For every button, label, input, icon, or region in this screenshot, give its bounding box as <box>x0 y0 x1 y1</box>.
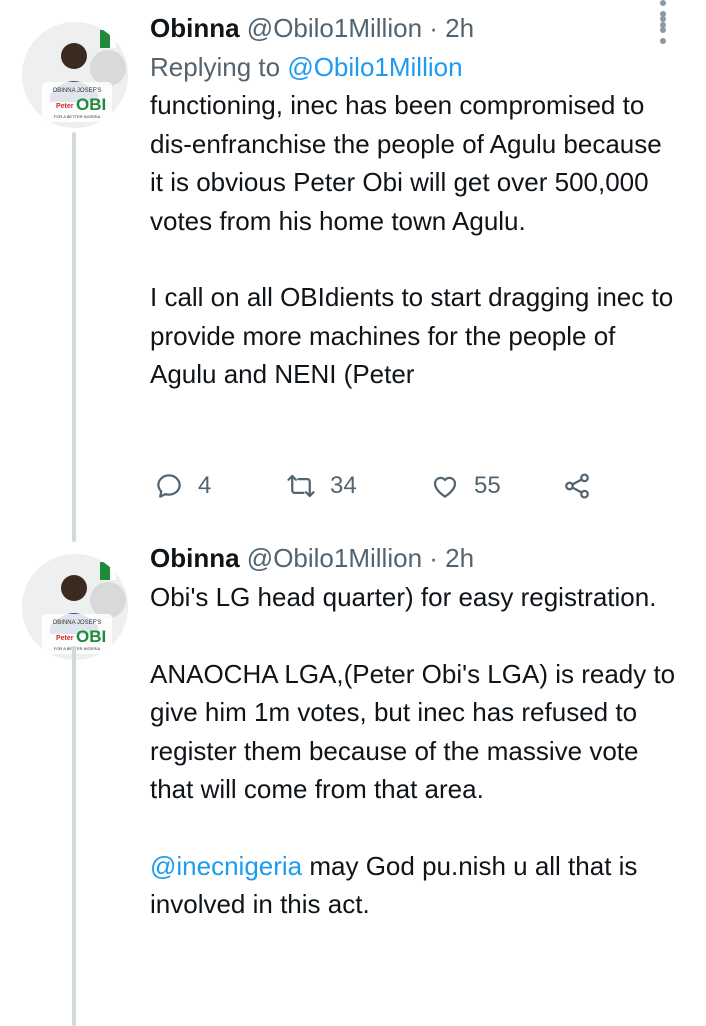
avatar-tagline: FOR A BETTER NIGERIA <box>54 646 101 651</box>
mention-link[interactable]: @inecnigeria <box>150 851 302 881</box>
tweet-time[interactable]: · 2h <box>429 13 474 43</box>
share-button[interactable] <box>562 466 592 506</box>
avatar-banner-text: OBINNA JOSEF'S <box>53 88 102 94</box>
thread-line <box>72 646 76 1026</box>
tweet-header: Obinna @Obilo1Million · 2h <box>150 8 676 48</box>
avatar-brand-small: Peter <box>56 635 74 642</box>
share-icon <box>565 473 589 499</box>
tweet-time[interactable]: · 2h <box>429 543 474 573</box>
replying-to: Replying to @Obilo1Million <box>150 48 676 86</box>
avatar-banner-text: OBINNA JOSEF'S <box>53 620 102 626</box>
avatar-image: OBINNA JOSEF'S Peter OBI FOR A BETTER NI… <box>22 554 128 660</box>
retweet-icon <box>287 474 315 498</box>
reply-icon <box>157 474 181 498</box>
avatar-image: OBINNA JOSEF'S Peter OBI FOR A BETTER NI… <box>22 22 128 128</box>
replying-prefix: Replying to <box>150 52 288 82</box>
like-icon <box>433 476 457 498</box>
avatar-brand-big: OBI <box>76 95 106 114</box>
tweet-text: functioning, inec has been compromised t… <box>150 86 676 394</box>
tweet-paragraph: Obi's LG head quarter) for easy registra… <box>150 582 657 612</box>
author-handle[interactable]: @Obilo1Million <box>247 543 422 573</box>
tweet-header: Obinna @Obilo1Million · 2h <box>150 538 676 578</box>
tweet-1[interactable]: OBINNA JOSEF'S Peter OBI FOR A BETTER NI… <box>0 0 706 542</box>
avatar[interactable]: OBINNA JOSEF'S Peter OBI FOR A BETTER NI… <box>22 22 128 128</box>
author-name[interactable]: Obinna <box>150 13 240 43</box>
like-button[interactable]: 55 <box>430 466 501 506</box>
tweet-paragraph: ANAOCHA LGA,(Peter Obi's LGA) is ready t… <box>150 658 676 805</box>
avatar-brand-small: Peter <box>56 103 74 110</box>
avatar-brand-big: OBI <box>76 627 106 646</box>
like-count: 55 <box>474 472 501 499</box>
thread-line <box>72 132 76 542</box>
author-name[interactable]: Obinna <box>150 543 240 573</box>
avatar-tagline: FOR A BETTER NIGERIA <box>54 114 101 119</box>
tweet-paragraph: functioning, inec has been compromised t… <box>150 90 662 236</box>
tweet-paragraph: @inecnigeria may God pu.nish u all that … <box>150 847 676 924</box>
tweet-paragraph: I call on all OBIdients to start draggin… <box>150 282 674 389</box>
tweet-actions: 4 34 55 <box>150 466 620 506</box>
more-icon[interactable] <box>660 0 668 33</box>
tweet-content: Obinna @Obilo1Million · 2h Replying to @… <box>150 8 676 394</box>
reply-count: 4 <box>198 472 212 499</box>
retweet-count: 34 <box>330 472 357 499</box>
tweet-text: Obi's LG head quarter) for easy registra… <box>150 578 676 924</box>
tweet-content: Obinna @Obilo1Million · 2h Obi's LG head… <box>150 538 676 924</box>
tweet-2[interactable]: OBINNA JOSEF'S Peter OBI FOR A BETTER NI… <box>0 530 706 1026</box>
reply-button[interactable]: 4 <box>154 466 211 506</box>
replying-to-mention[interactable]: @Obilo1Million <box>287 52 462 82</box>
retweet-button[interactable]: 34 <box>286 466 357 506</box>
avatar[interactable]: OBINNA JOSEF'S Peter OBI FOR A BETTER NI… <box>22 554 128 660</box>
author-handle[interactable]: @Obilo1Million <box>247 13 422 43</box>
